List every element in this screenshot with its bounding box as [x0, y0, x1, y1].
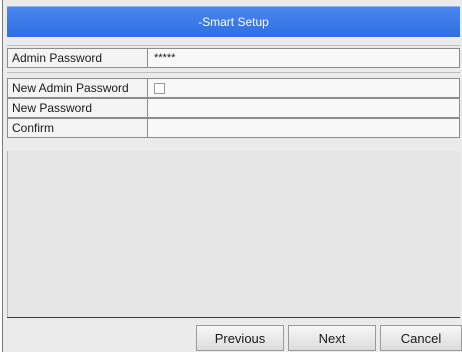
new-admin-password-label: New Admin Password — [8, 79, 148, 97]
confirm-label: Confirm — [8, 119, 148, 137]
previous-button[interactable]: Previous — [196, 325, 284, 351]
new-password-label: New Password — [8, 99, 148, 117]
window-title: -Smart Setup — [198, 15, 269, 29]
confirm-field[interactable] — [148, 119, 459, 137]
admin-password-row: Admin Password ***** — [7, 48, 460, 68]
new-password-field[interactable] — [148, 99, 459, 117]
title-bar: -Smart Setup — [7, 6, 460, 37]
next-button[interactable]: Next — [288, 325, 376, 351]
new-admin-password-row: New Admin Password — [7, 78, 460, 98]
confirm-row: Confirm — [7, 118, 460, 138]
cancel-button[interactable]: Cancel — [380, 325, 462, 351]
new-admin-password-checkbox-cell — [148, 79, 459, 97]
new-password-row: New Password — [7, 98, 460, 118]
divider — [7, 45, 460, 46]
admin-password-field[interactable]: ***** — [148, 49, 459, 67]
admin-password-label: Admin Password — [8, 49, 148, 67]
new-admin-password-checkbox[interactable] — [154, 82, 165, 94]
divider — [7, 72, 460, 73]
footer-divider — [7, 317, 460, 318]
empty-content-area — [7, 151, 461, 317]
